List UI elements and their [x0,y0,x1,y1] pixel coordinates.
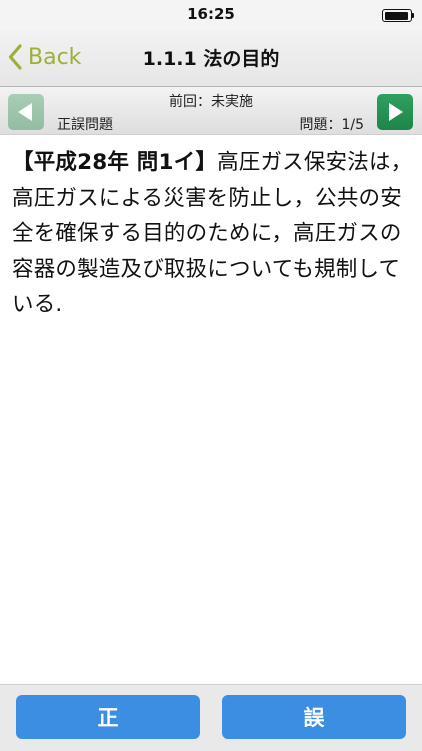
next-question-button[interactable] [377,94,413,130]
question-text-block: 【平成28年 問1イ】高圧ガス保安法は，高圧ガスによる災害を防止し，公共の安全を… [12,145,416,323]
status-bar: 16:25 [0,0,422,30]
page-title: 1.1.1 法の目的 [142,48,280,70]
false-answer-button[interactable]: 誤 [222,695,406,739]
previous-result-text: 前回：未実施 [169,94,253,110]
battery-icon [382,9,412,22]
navigation-bar: Back 1.1.1 法の目的 [0,30,422,87]
battery-tip [412,13,414,18]
question-toolbar: 前回：未実施 正誤問題 問題：1/5 [0,87,422,135]
battery-level-fill [384,11,409,20]
true-answer-button[interactable]: 正 [16,695,200,739]
answer-bar: 正 誤 [0,684,422,751]
question-progress: 問題：1/5 [299,117,364,133]
quiz-mode-label: 正誤問題 [57,117,113,133]
question-tag: 【平成28年 問1イ】 [12,150,218,175]
triangle-right-icon [389,103,403,121]
status-time: 16:25 [187,5,235,23]
question-body: 高圧ガス保安法は，高圧ガスによる災害を防止し，公共の安全を確保する目的のために，… [12,150,413,317]
